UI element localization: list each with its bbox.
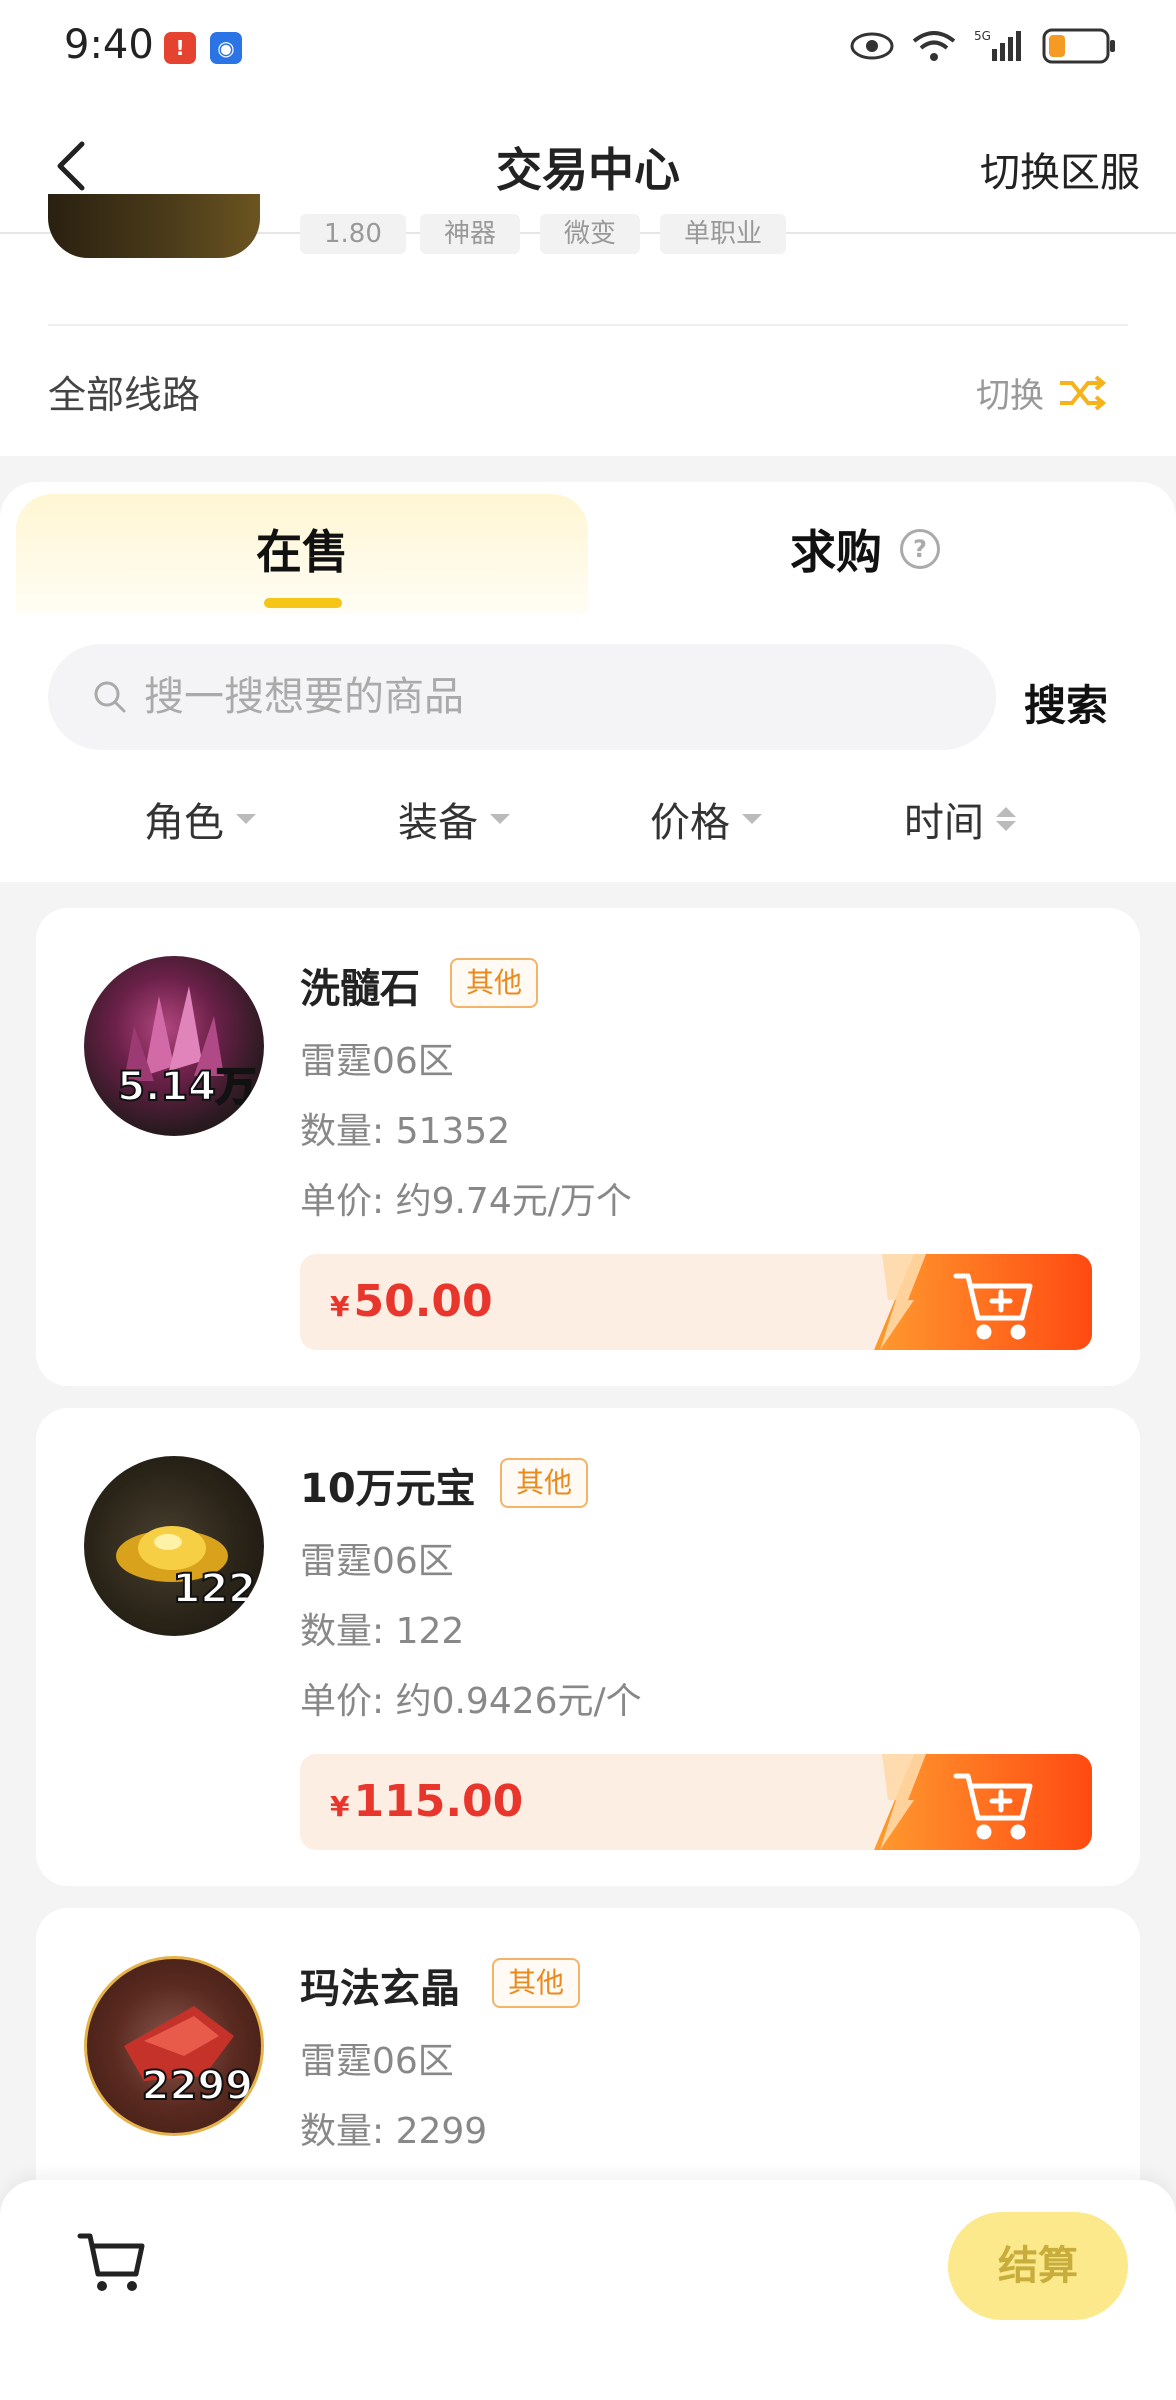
currency-symbol: ¥: [330, 1790, 350, 1823]
svg-text:5G: 5G: [974, 29, 991, 43]
price-value: 115.00: [353, 1776, 524, 1827]
bottom-bar: 结算: [0, 2180, 1176, 2400]
game-tag: 1.80: [300, 214, 406, 254]
route-label: 全部线路: [48, 373, 201, 417]
product-thumbnail: 5.14万: [84, 956, 264, 1136]
product-server: 雷霆06区: [300, 2041, 454, 2082]
product-quantity: 数量: 122: [300, 1611, 465, 1652]
game-avatar: [48, 194, 260, 258]
status-bar: 9:40 ! ◉ 5G: [0, 0, 1176, 100]
signal-icon: 5G: [974, 29, 1021, 61]
filter-label: 时间: [904, 800, 984, 846]
game-info: 1.80 神器 微变 单职业 全部线路 切换: [0, 194, 1176, 456]
filter-time[interactable]: 时间: [904, 790, 1016, 848]
filter-role[interactable]: 角色: [144, 790, 256, 848]
battery-alert-icon: !: [164, 32, 196, 64]
product-card[interactable]: 5.14万 洗髓石 其他 雷霆06区 数量: 51352 单价: 约9.74元/…: [36, 908, 1140, 1386]
product-unit-price: 单价: 约0.9426元/个: [300, 1681, 642, 1722]
product-price: ¥115.00: [330, 1776, 523, 1827]
cart-icon[interactable]: [76, 2226, 148, 2298]
add-to-cart-button[interactable]: [874, 1254, 1092, 1350]
filter-label: 价格: [650, 800, 730, 846]
game-tag: 微变: [540, 214, 641, 254]
product-quantity: 数量: 2299: [300, 2111, 488, 2152]
product-server: 雷霆06区: [300, 1541, 454, 1582]
search-box: [48, 644, 996, 750]
buy-bar[interactable]: ¥50.00: [300, 1254, 1092, 1350]
battery-icon: [1042, 28, 1115, 64]
buy-bar[interactable]: ¥115.00: [300, 1754, 1092, 1850]
product-unit-price: 单价: 约9.74元/万个: [300, 1181, 632, 1222]
product-card[interactable]: 122 10万元宝 其他 雷霆06区 数量: 122 单价: 约0.9426元/…: [36, 1408, 1140, 1886]
bulb-icon: ◉: [210, 32, 242, 64]
status-icons: 5G: [850, 28, 1116, 64]
price-value: 50.00: [353, 1276, 493, 1327]
product-category-tag: 其他: [492, 1958, 581, 2008]
currency-symbol: ¥: [330, 1290, 350, 1323]
thumbnail-quantity: 122: [172, 1565, 257, 1613]
caret-down-icon: [742, 814, 762, 824]
game-tag: 单职业: [660, 214, 787, 254]
tab-buy-label: 求购: [790, 525, 882, 579]
switch-server-button[interactable]: 切换区服: [980, 140, 1140, 198]
product-category-tag: 其他: [500, 1458, 589, 1508]
product-price: ¥50.00: [330, 1276, 493, 1327]
market-panel: 在售 求购 ? 搜索 角色 装备 价格 时间: [0, 482, 1176, 882]
search-button[interactable]: 搜索: [1024, 672, 1108, 733]
search-input[interactable]: [142, 673, 946, 721]
status-time: 9:40: [64, 22, 154, 68]
add-to-cart-button[interactable]: [874, 1754, 1092, 1850]
caret-down-icon: [236, 814, 256, 824]
thumbnail-quantity: 2299: [141, 2062, 254, 2110]
product-name: 10万元宝: [300, 1466, 476, 1512]
product-name: 洗髓石: [300, 966, 420, 1012]
sort-icon: [996, 807, 1016, 831]
game-tag: 神器: [420, 214, 521, 254]
thumbnail-quantity: 5.14万: [116, 1063, 257, 1111]
tab-on-sale[interactable]: 在售: [16, 516, 588, 582]
eye-icon: [850, 32, 894, 60]
product-quantity: 数量: 51352: [300, 1111, 511, 1152]
product-name: 玛法玄晶: [300, 1966, 460, 2012]
wifi-icon: [912, 31, 956, 61]
divider: [48, 324, 1128, 326]
tab-indicator: [264, 598, 342, 608]
search-icon: [94, 681, 126, 713]
route-switch-label: 切换: [976, 376, 1044, 416]
product-thumbnail: 122: [84, 1456, 264, 1636]
product-category-tag: 其他: [450, 958, 539, 1008]
tab-want-to-buy[interactable]: 求购 ?: [790, 516, 940, 582]
product-thumbnail: 2299: [84, 1956, 264, 2136]
route-switch-button[interactable]: 切换: [976, 368, 1106, 417]
filter-equipment[interactable]: 装备: [398, 790, 510, 848]
caret-down-icon: [490, 814, 510, 824]
checkout-button[interactable]: 结算: [948, 2212, 1128, 2320]
filter-price[interactable]: 价格: [650, 790, 762, 848]
red-crystal-icon: [124, 2006, 234, 2081]
shuffle-icon: [1060, 374, 1106, 411]
filter-label: 角色: [144, 800, 224, 846]
product-server: 雷霆06区: [300, 1041, 454, 1082]
filter-label: 装备: [398, 800, 478, 846]
help-icon[interactable]: ?: [900, 529, 940, 569]
